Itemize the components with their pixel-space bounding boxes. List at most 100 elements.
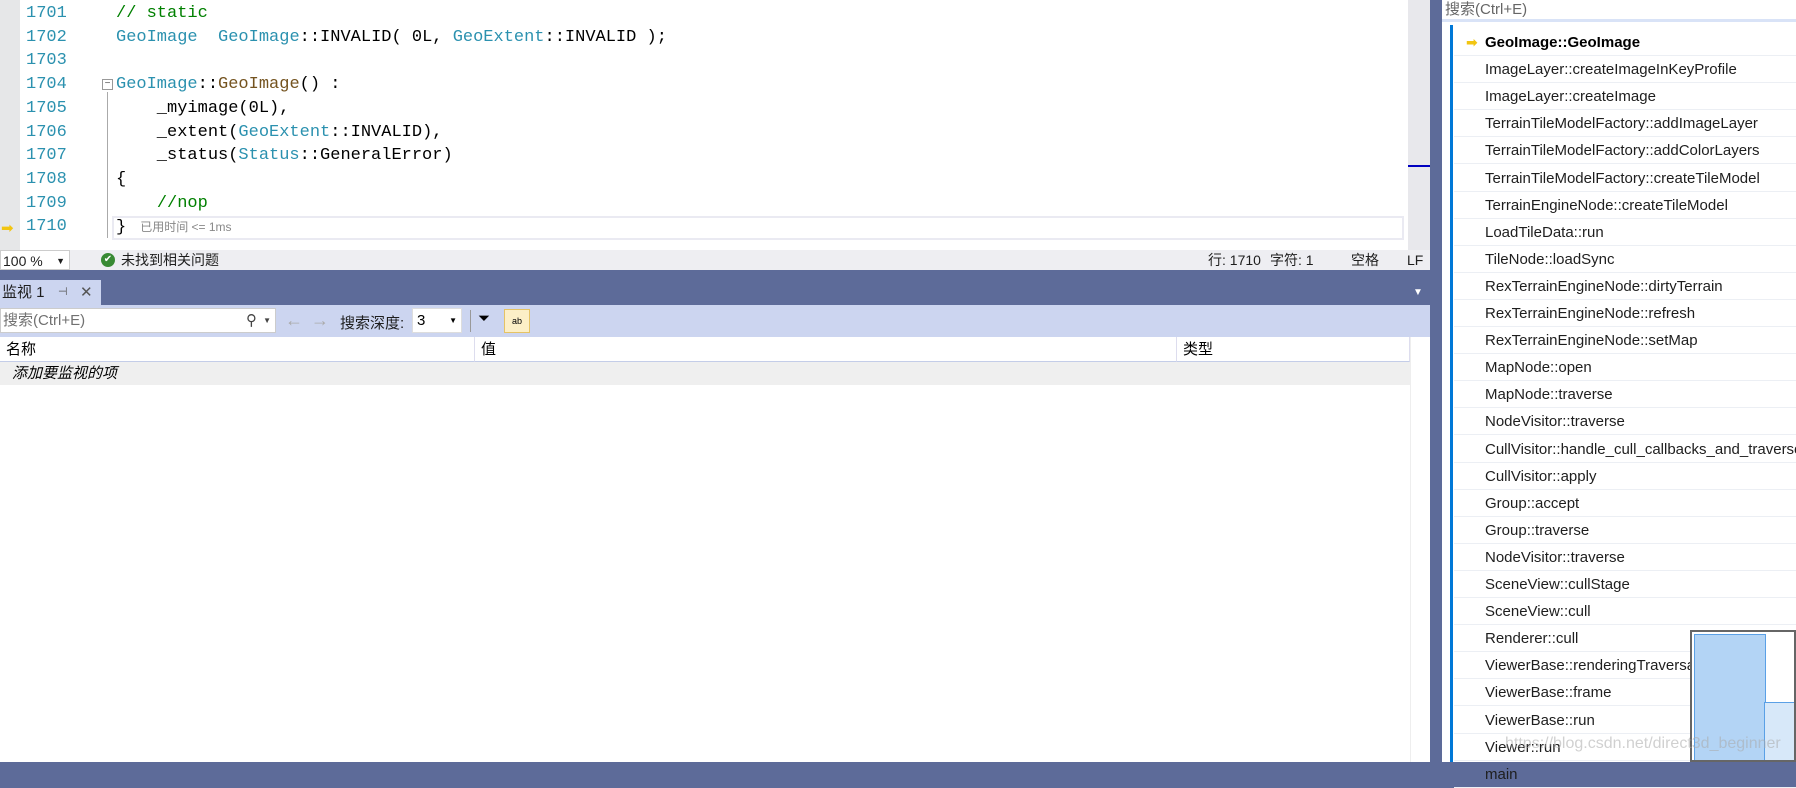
stack-frame[interactable]: ImageLayer::createImage bbox=[1454, 83, 1796, 111]
frame-label: NodeVisitor::traverse bbox=[1485, 413, 1625, 431]
stack-frame[interactable]: TileNode::loadSync bbox=[1454, 246, 1796, 273]
line-number: 1704 bbox=[26, 75, 67, 95]
stack-frame[interactable]: MapNode::open bbox=[1454, 354, 1796, 382]
watch-scrollbar[interactable] bbox=[1410, 337, 1430, 762]
close-icon[interactable]: ✕ bbox=[80, 280, 93, 305]
line-number: 1701 bbox=[26, 4, 67, 23]
stack-frame[interactable]: main bbox=[1454, 761, 1796, 788]
code-line[interactable]: 1703 bbox=[0, 49, 1400, 73]
code-text: //nop bbox=[116, 192, 208, 216]
stack-frame[interactable]: Group::accept bbox=[1454, 490, 1796, 517]
stack-frame[interactable]: MapNode::traverse bbox=[1454, 381, 1796, 409]
search-depth-dropdown[interactable]: 3 ▼ bbox=[412, 308, 462, 333]
frame-label: TerrainTileModelFactory::createTileModel bbox=[1485, 169, 1760, 187]
code-line[interactable]: 1708 { bbox=[0, 168, 1400, 192]
frame-label: TerrainEngineNode::createTileModel bbox=[1485, 196, 1728, 214]
code-editor[interactable]: 1701 // static1702 GeoImage GeoImage::INVA… bbox=[0, 0, 1430, 250]
stack-frame[interactable]: TerrainTileModelFactory::addColorLayers bbox=[1454, 137, 1796, 165]
frame-label: LoadTileData::run bbox=[1485, 223, 1604, 241]
current-frame-arrow-icon: ➡ bbox=[1466, 34, 1478, 50]
line-number: 1708 bbox=[26, 169, 67, 189]
tab-watch-1[interactable]: 监视 1 ⊣ ✕ bbox=[0, 280, 101, 305]
editor-scrollbar[interactable] bbox=[1408, 0, 1430, 250]
frame-label: RexTerrainEngineNode::refresh bbox=[1485, 305, 1696, 322]
stack-frame[interactable]: SceneView::cullStage bbox=[1454, 571, 1796, 598]
stack-frame[interactable]: RexTerrainEngineNode::dirtyTerrain bbox=[1454, 273, 1796, 300]
stack-frame[interactable]: LoadTileData::run bbox=[1454, 219, 1796, 246]
watch-search-input[interactable]: 搜索(Ctrl+E) ⚲ ▼ bbox=[0, 308, 276, 333]
stack-frame[interactable]: NodeVisitor::traverse bbox=[1454, 544, 1796, 571]
frame-label: NodeVisitor::traverse bbox=[1485, 548, 1625, 566]
back-arrow-icon[interactable]: ← bbox=[285, 310, 303, 331]
line-indicator[interactable]: 行: 1710 bbox=[1208, 250, 1261, 270]
code-text: _myimage(0L), bbox=[116, 97, 290, 121]
code-token: ::INVALID), bbox=[330, 122, 443, 142]
stack-frame[interactable]: ImageLayer::createImageInKeyProfile bbox=[1454, 56, 1796, 84]
pin-icon[interactable]: ⊣ bbox=[58, 280, 68, 305]
code-token: GeoExtent bbox=[452, 27, 545, 47]
stack-frame[interactable]: ➡ GeoImage::GeoImage bbox=[1454, 29, 1796, 56]
code-line[interactable]: 1707 _status(Status::GeneralError) bbox=[0, 144, 1400, 168]
frame-label: RexTerrainEngineNode::dirtyTerrain bbox=[1485, 277, 1723, 295]
frame-label: TileNode::loadSync bbox=[1485, 250, 1615, 268]
chevron-down-icon[interactable]: ▼ bbox=[263, 309, 271, 332]
stack-frame[interactable]: RexTerrainEngineNode::refresh bbox=[1454, 300, 1796, 327]
code-token: GeoImage bbox=[218, 75, 300, 95]
code-text: { bbox=[116, 168, 126, 192]
line-number: 1709 bbox=[26, 193, 67, 213]
stack-frame[interactable]: Group::traverse bbox=[1454, 517, 1796, 544]
frame-label: GeoImage::GeoImage bbox=[1485, 34, 1641, 51]
indent-indicator[interactable]: 空格 bbox=[1351, 250, 1379, 270]
search-icon[interactable]: ⚲ bbox=[246, 309, 257, 332]
active-thread-bar bbox=[1450, 25, 1453, 762]
add-watch-item[interactable]: 添加要监视的项 bbox=[0, 362, 1410, 385]
column-header-name[interactable]: 名称 bbox=[0, 337, 475, 362]
column-header-type[interactable]: 类型 bbox=[1177, 337, 1410, 362]
char-indicator[interactable]: 字符: 1 bbox=[1270, 250, 1314, 270]
code-line[interactable]: 1702 GeoImage GeoImage::INVALID( 0L, GeoE… bbox=[0, 26, 1400, 50]
stack-frame[interactable]: TerrainTileModelFactory::addImageLayer bbox=[1454, 110, 1796, 138]
frame-label: SceneView::cullStage bbox=[1485, 576, 1630, 593]
code-line[interactable]: 1701 // static bbox=[0, 2, 1400, 26]
stack-frame[interactable]: CullVisitor::handle_cull_callbacks_and_t… bbox=[1454, 436, 1796, 463]
frame-label: TerrainTileModelFactory::addImageLayer bbox=[1485, 115, 1758, 133]
code-line[interactable]: 1709 //nop bbox=[0, 192, 1400, 216]
zoom-dropdown[interactable]: 100 % ▼ bbox=[0, 250, 70, 270]
frame-label: ImageLayer::createImageInKeyProfile bbox=[1485, 61, 1737, 79]
code-token: :: bbox=[197, 75, 219, 95]
stack-frame[interactable]: SceneView::cull bbox=[1454, 598, 1796, 626]
code-line[interactable]: 1706 _extent(GeoExtent::INVALID), bbox=[0, 121, 1400, 145]
pin-filter-icon[interactable]: ⏷ bbox=[478, 310, 490, 327]
code-token: () : bbox=[299, 75, 341, 95]
stack-frame[interactable]: RexTerrainEngineNode::setMap bbox=[1454, 327, 1796, 355]
frame-label: ViewerBase::run bbox=[1485, 711, 1595, 729]
stack-frame[interactable]: TerrainTileModelFactory::createTileModel bbox=[1454, 165, 1796, 192]
code-token: _status( bbox=[116, 146, 239, 166]
eol-indicator[interactable]: LF bbox=[1407, 250, 1423, 270]
search-depth-label: 搜索深度: bbox=[340, 315, 405, 332]
code-text: GeoImage GeoImage::INVALID( 0L, GeoExten… bbox=[116, 26, 667, 50]
hex-display-button[interactable]: ab bbox=[504, 309, 530, 333]
stack-frame[interactable]: NodeVisitor::traverse bbox=[1454, 408, 1796, 436]
frame-label: SceneView::cull bbox=[1485, 603, 1591, 621]
stack-frame[interactable]: CullVisitor::apply bbox=[1454, 463, 1796, 490]
code-text: _extent(GeoExtent::INVALID), bbox=[116, 121, 443, 145]
check-circle-icon: ✔ bbox=[101, 253, 115, 267]
code-line[interactable]: 1705 _myimage(0L), bbox=[0, 97, 1400, 121]
code-token: GeoExtent bbox=[238, 122, 331, 142]
line-number: 1703 bbox=[26, 51, 67, 71]
issues-status[interactable]: 未找到相关问题 bbox=[121, 250, 219, 270]
forward-arrow-icon[interactable]: → bbox=[311, 310, 329, 331]
stack-frame[interactable]: TerrainEngineNode::createTileModel bbox=[1454, 192, 1796, 219]
code-line[interactable]: 1704 GeoImage::GeoImage() : bbox=[0, 73, 1400, 97]
chevron-down-icon: ▼ bbox=[449, 316, 457, 325]
column-header-value[interactable]: 值 bbox=[475, 337, 1177, 362]
callstack-search-input[interactable]: 搜索(Ctrl+E) bbox=[1442, 0, 1796, 22]
code-token: // static bbox=[116, 4, 208, 23]
collapse-toggle[interactable]: − bbox=[102, 79, 113, 90]
pane-menu-icon[interactable]: ▼ bbox=[1413, 287, 1423, 298]
line-number: 1710 bbox=[26, 217, 67, 237]
code-token: Status bbox=[238, 146, 300, 166]
